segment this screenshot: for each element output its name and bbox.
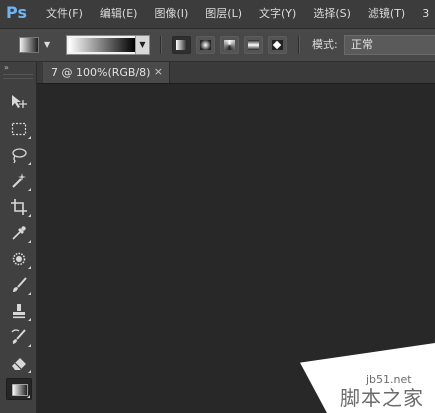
gradient-picker[interactable]: ▼: [66, 35, 150, 55]
submenu-indicator: [28, 162, 31, 165]
magic-wand-icon: [12, 173, 26, 188]
diamond-gradient-button[interactable]: [268, 36, 287, 54]
move-icon: [12, 95, 27, 108]
watermark-domain: jb51.net: [366, 373, 412, 386]
lasso-tool[interactable]: [6, 144, 32, 166]
watermark-text: 脚本之家: [340, 386, 424, 410]
separator: [160, 36, 162, 54]
submenu-indicator: [28, 188, 31, 191]
chevron-down-icon[interactable]: ▼: [44, 39, 54, 51]
panel-grip[interactable]: [3, 74, 33, 79]
options-bar: ▼ ▼ 模式: 正常: [0, 29, 435, 62]
radial-gradient-icon: [200, 40, 211, 50]
submenu-indicator: [28, 266, 31, 269]
menu-image[interactable]: 图像(I): [154, 0, 188, 28]
submenu-indicator: [28, 344, 31, 347]
submenu-indicator: [28, 318, 31, 321]
toolbox: »: [0, 62, 37, 413]
menu-type[interactable]: 文字(Y): [259, 0, 296, 28]
document-tab[interactable]: 7 @ 100%(RGB/8) ×: [43, 62, 170, 83]
lasso-icon: [12, 148, 27, 164]
submenu-indicator: [28, 370, 31, 373]
menu-select[interactable]: 选择(S): [313, 0, 351, 28]
brush-icon: [13, 277, 27, 292]
eraser-icon: [12, 358, 26, 370]
submenu-indicator: [27, 395, 30, 398]
stamp-icon: [13, 304, 25, 319]
gradient-swatch: [69, 38, 135, 52]
separator: [298, 36, 300, 54]
history-brush-tool[interactable]: [6, 326, 32, 348]
radial-gradient-button[interactable]: [196, 36, 215, 54]
brush-tool[interactable]: [6, 274, 32, 296]
chevron-down-icon[interactable]: ▼: [135, 36, 149, 54]
document-tab-title: 7 @ 100%(RGB/8): [51, 66, 151, 79]
submenu-indicator: [28, 292, 31, 295]
collapse-icon[interactable]: »: [4, 64, 9, 72]
angle-gradient-icon: [224, 40, 235, 50]
crop-icon: [11, 199, 27, 215]
crop-tool[interactable]: [6, 196, 32, 218]
menu-filter[interactable]: 滤镜(T): [368, 0, 405, 28]
linear-gradient-icon: [176, 40, 187, 50]
clone-stamp-tool[interactable]: [6, 300, 32, 322]
mode-label: 模式:: [312, 38, 338, 51]
menu-file[interactable]: 文件(F): [46, 0, 83, 28]
menu-layer[interactable]: 图层(L): [205, 0, 242, 28]
menu-bar: Ps 文件(F) 编辑(E) 图像(I) 图层(L) 文字(Y) 选择(S) 滤…: [0, 0, 435, 29]
marquee-tool[interactable]: [6, 118, 32, 140]
menu-3d[interactable]: 3: [422, 0, 429, 28]
submenu-indicator: [28, 214, 31, 217]
gradient-tool[interactable]: [6, 378, 32, 400]
linear-gradient-button[interactable]: [172, 36, 191, 54]
history-brush-icon: [11, 329, 26, 344]
healing-brush-tool[interactable]: [6, 248, 32, 270]
menu-edit[interactable]: 编辑(E): [100, 0, 138, 28]
angle-gradient-button[interactable]: [220, 36, 239, 54]
document-tab-bar: 7 @ 100%(RGB/8) ×: [37, 62, 435, 84]
diamond-gradient-icon: [272, 40, 283, 50]
submenu-indicator: [28, 240, 31, 243]
tool-preset-picker[interactable]: [19, 37, 39, 53]
reflected-gradient-button[interactable]: [244, 36, 263, 54]
move-tool[interactable]: [6, 91, 32, 113]
menu-items: 文件(F) 编辑(E) 图像(I) 图层(L) 文字(Y) 选择(S) 滤镜(T…: [46, 0, 435, 28]
magic-wand-tool[interactable]: [6, 170, 32, 192]
eyedropper-tool[interactable]: [6, 222, 32, 244]
eraser-tool[interactable]: [6, 352, 32, 374]
submenu-indicator: [28, 136, 31, 139]
mode-select[interactable]: 正常: [344, 35, 435, 55]
close-icon[interactable]: ×: [154, 62, 163, 82]
healing-icon: [12, 252, 26, 266]
reflected-gradient-icon: [248, 40, 259, 50]
photoshop-logo: Ps: [6, 3, 27, 22]
marquee-icon: [11, 122, 27, 136]
eyedropper-icon: [12, 226, 26, 240]
